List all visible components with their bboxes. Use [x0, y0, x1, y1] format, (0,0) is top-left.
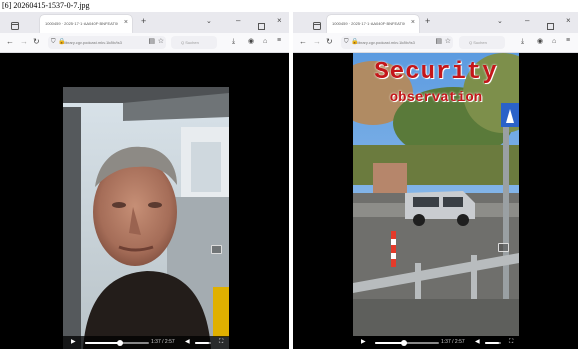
minimize-icon[interactable]: – — [236, 17, 240, 25]
overlay-title: Security — [374, 59, 498, 86]
progress-bar[interactable] — [375, 340, 439, 346]
back-arrow-icon[interactable]: ← — [299, 38, 307, 46]
tab-overview-icon[interactable] — [313, 18, 321, 30]
time-display: 1:37 / 2:57 — [441, 339, 465, 345]
download-icon[interactable]: ⤓ — [232, 38, 235, 45]
search-bar[interactable]: Q Suchen — [459, 36, 505, 49]
volume-icon[interactable]: ◀ — [185, 339, 190, 345]
tab-overview-icon[interactable] — [11, 18, 19, 30]
shield-icon: ⛉ — [51, 39, 56, 45]
account-icon[interactable]: ◉ — [248, 38, 254, 45]
browser-window-left: 1000459 · 2025·17·1·AA040F·BNFEAT000 · T… — [0, 12, 289, 349]
picture-in-picture-icon[interactable] — [211, 245, 222, 254]
tab-title: 1000459 · 2025·17·1·AA040F·BNFEAT000 · T… — [332, 21, 405, 26]
fullscreen-icon[interactable]: ⛶ — [509, 339, 513, 345]
plus-icon[interactable]: + — [425, 17, 430, 26]
close-icon[interactable]: × — [566, 17, 571, 25]
reader-view-icon[interactable]: ▤ — [148, 38, 155, 45]
url-text: library.cgv.podcast.mkv.1k/lib/ts3 — [64, 40, 122, 45]
url-text: library.cgv.podcast.mkv.1k/lib/ts3 — [357, 40, 415, 45]
menu-icon[interactable]: ≡ — [566, 37, 570, 44]
shield-icon: ⛉ — [344, 39, 349, 45]
reader-view-icon[interactable]: ▤ — [435, 38, 442, 45]
close-icon[interactable]: × — [124, 18, 128, 28]
nav-bar: ← → ↻ ⛉ 🔒 library.cgv.podcast.mkv.1k/lib… — [293, 33, 578, 53]
volume-fill — [195, 342, 209, 344]
volume-icon[interactable]: ◀ — [475, 339, 480, 345]
video-controls: ▶ 1:37 / 2:57 ◀ ⛶ — [353, 336, 519, 349]
play-icon[interactable]: ▶ — [361, 339, 366, 345]
search-placeholder: Q Suchen — [469, 40, 487, 45]
forward-arrow-icon[interactable]: → — [20, 38, 28, 46]
progress-handle[interactable] — [117, 340, 124, 346]
picture-in-picture-icon[interactable] — [498, 243, 509, 252]
image-caption: [6] 20260415-1537-0-7.jpg — [2, 1, 90, 10]
minimize-icon[interactable]: – — [525, 17, 529, 25]
progress-bar[interactable] — [85, 340, 149, 346]
reload-icon[interactable]: ↻ — [326, 38, 333, 46]
video-player[interactable]: Security observation — [353, 53, 519, 336]
tab-title: 1000459 · 2025·17·1·AA040F·BNFEAT000 · T… — [45, 21, 118, 26]
browser-window-right: 1000459 · 2025·17·1·AA040F·BNFEAT000 · T… — [293, 12, 578, 349]
page-content: ▶ 1:37 / 2:57 ◀ ⛶ — [0, 53, 289, 349]
star-icon[interactable]: ☆ — [158, 38, 164, 45]
address-bar[interactable]: ⛉ 🔒 library.cgv.podcast.mkv.1k/lib/ts3 ▤… — [341, 36, 453, 49]
chevron-down-icon[interactable]: ⌄ — [497, 18, 503, 25]
extensions-icon[interactable]: ⌂ — [552, 38, 556, 45]
fullscreen-icon[interactable]: ⛶ — [219, 339, 223, 345]
close-icon[interactable]: × — [411, 18, 415, 28]
page-content: Security observation ▶ 1:37 / 2:57 ◀ ⛶ — [293, 53, 578, 349]
video-controls: ▶ 1:37 / 2:57 ◀ ⛶ — [63, 336, 229, 349]
progress-handle[interactable] — [400, 340, 407, 346]
close-icon[interactable]: × — [277, 17, 282, 25]
tab-active[interactable]: 1000459 · 2025·17·1·AA040F·BNFEAT000 · T… — [327, 15, 419, 33]
tab-bar: 1000459 · 2025·17·1·AA040F·BNFEAT000 · T… — [293, 12, 578, 33]
maximize-icon[interactable] — [547, 18, 554, 34]
maximize-icon[interactable] — [258, 18, 265, 34]
extensions-icon[interactable]: ⌂ — [263, 38, 267, 45]
back-arrow-icon[interactable]: ← — [6, 38, 14, 46]
volume-slider[interactable] — [485, 342, 501, 344]
address-bar[interactable]: ⛉ 🔒 library.cgv.podcast.mkv.1k/lib/ts3 ▤… — [48, 36, 166, 49]
progress-fill — [375, 342, 404, 344]
chevron-down-icon[interactable]: ⌄ — [206, 18, 212, 25]
volume-slider[interactable] — [195, 342, 211, 344]
forward-arrow-icon[interactable]: → — [313, 38, 321, 46]
star-icon[interactable]: ☆ — [445, 38, 451, 45]
video-player[interactable] — [63, 87, 229, 349]
download-icon[interactable]: ⤓ — [521, 38, 524, 45]
play-icon[interactable]: ▶ — [71, 339, 76, 345]
overlay-subtitle: observation — [389, 90, 483, 106]
search-bar[interactable]: Q Suchen — [171, 36, 217, 49]
time-display: 1:37 / 2:57 — [151, 339, 175, 345]
plus-icon[interactable]: + — [141, 17, 146, 26]
account-icon[interactable]: ◉ — [537, 38, 543, 45]
tab-active[interactable]: 1000459 · 2025·17·1·AA040F·BNFEAT000 · T… — [40, 15, 132, 33]
reload-icon[interactable]: ↻ — [33, 38, 40, 46]
video-frame-selfie — [63, 87, 229, 349]
menu-icon[interactable]: ≡ — [277, 37, 281, 44]
search-placeholder: Q Suchen — [181, 40, 199, 45]
tab-bar: 1000459 · 2025·17·1·AA040F·BNFEAT000 · T… — [0, 12, 289, 33]
volume-fill — [485, 342, 499, 344]
nav-bar: ← → ↻ ⛉ 🔒 library.cgv.podcast.mkv.1k/lib… — [0, 33, 289, 53]
progress-fill — [85, 342, 121, 344]
